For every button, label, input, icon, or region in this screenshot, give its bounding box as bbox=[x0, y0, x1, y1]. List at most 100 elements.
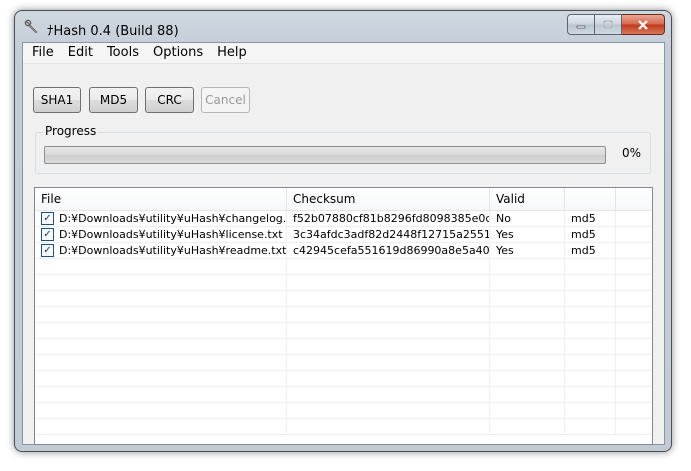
valid-cell: No bbox=[490, 211, 565, 226]
table-row[interactable]: ✓ D:¥Downloads¥utility¥uHash¥readme.txt c4… bbox=[35, 243, 652, 259]
row-checkbox[interactable]: ✓ bbox=[41, 244, 54, 257]
app-window: ﾅHash 0.4 (Build 88) File Edit Tools Opt… bbox=[14, 10, 672, 452]
crc-button[interactable]: CRC bbox=[145, 87, 194, 113]
empty-cell bbox=[35, 307, 287, 322]
empty-row bbox=[35, 307, 652, 323]
file-path: D:¥Downloads¥utility¥uHash¥license.txt bbox=[59, 228, 283, 241]
empty-cell bbox=[35, 291, 287, 306]
empty-cell bbox=[35, 387, 287, 402]
empty-cell bbox=[490, 355, 565, 370]
window-title: ﾅHash 0.4 (Build 88) bbox=[47, 24, 179, 39]
checksum-cell: 3c34afdc3adf82d2448f12715a255122 bbox=[287, 227, 490, 242]
row-checkbox[interactable]: ✓ bbox=[41, 228, 54, 241]
empty-cell bbox=[565, 291, 616, 306]
type-cell: md5 bbox=[565, 243, 616, 258]
table-row[interactable]: ✓ D:¥Downloads¥utility¥uHash¥changelog.tx… bbox=[35, 211, 652, 227]
column-header-checksum[interactable]: Checksum bbox=[287, 188, 490, 210]
empty-cell bbox=[616, 323, 652, 338]
maximize-button[interactable] bbox=[595, 14, 622, 35]
close-icon bbox=[638, 19, 648, 30]
empty-cell bbox=[565, 259, 616, 274]
menu-options[interactable]: Options bbox=[146, 43, 210, 63]
column-header-file[interactable]: File bbox=[35, 188, 287, 210]
title-bar[interactable]: ﾅHash 0.4 (Build 88) bbox=[15, 11, 671, 43]
empty-cell bbox=[287, 323, 490, 338]
empty-cell bbox=[287, 259, 490, 274]
empty-cell bbox=[565, 275, 616, 290]
empty-cell bbox=[287, 291, 490, 306]
row-checkbox[interactable]: ✓ bbox=[41, 212, 54, 225]
empty-cell bbox=[616, 419, 652, 434]
empty-cell bbox=[35, 339, 287, 354]
minimize-icon bbox=[576, 25, 586, 28]
minimize-button[interactable] bbox=[567, 14, 595, 35]
file-cell: ✓ D:¥Downloads¥utility¥uHash¥changelog.tx… bbox=[35, 211, 287, 226]
empty-cell bbox=[616, 307, 652, 322]
valid-cell: Yes bbox=[490, 243, 565, 258]
empty-cell bbox=[35, 403, 287, 418]
empty-cell bbox=[616, 291, 652, 306]
extra-cell bbox=[616, 243, 652, 258]
column-header-valid[interactable]: Valid bbox=[490, 188, 565, 210]
empty-cell bbox=[616, 339, 652, 354]
empty-row bbox=[35, 259, 652, 275]
table-row[interactable]: ✓ D:¥Downloads¥utility¥uHash¥license.txt 3… bbox=[35, 227, 652, 243]
empty-row bbox=[35, 419, 652, 435]
progress-label: Progress bbox=[43, 124, 99, 138]
empty-cell bbox=[490, 403, 565, 418]
file-list[interactable]: File Checksum Valid ✓ D:¥Downloads¥utilit… bbox=[34, 187, 653, 445]
empty-cell bbox=[287, 371, 490, 386]
checksum-cell: f52b07880cf81b8296fd8098385e0c4c bbox=[287, 211, 490, 226]
empty-cell bbox=[616, 403, 652, 418]
md5-button[interactable]: MD5 bbox=[89, 87, 138, 113]
empty-cell bbox=[490, 259, 565, 274]
empty-row bbox=[35, 403, 652, 419]
empty-cell bbox=[35, 259, 287, 274]
type-cell: md5 bbox=[565, 211, 616, 226]
empty-cell bbox=[565, 307, 616, 322]
column-header-type[interactable] bbox=[565, 188, 616, 210]
empty-cell bbox=[565, 323, 616, 338]
menu-edit[interactable]: Edit bbox=[61, 43, 100, 63]
empty-cell bbox=[490, 323, 565, 338]
empty-cell bbox=[616, 355, 652, 370]
list-rows: ✓ D:¥Downloads¥utility¥uHash¥changelog.tx… bbox=[35, 211, 652, 435]
client-area: File Edit Tools Options Help SHA1 MD5 CR… bbox=[22, 42, 665, 445]
empty-cell bbox=[35, 419, 287, 434]
sha1-button[interactable]: SHA1 bbox=[33, 87, 81, 113]
checksum-cell: c42945cefa551619d86990a8e5a40db7 bbox=[287, 243, 490, 258]
empty-cell bbox=[616, 275, 652, 290]
progress-group: Progress 0% bbox=[35, 124, 651, 174]
file-path: D:¥Downloads¥utility¥uHash¥readme.txt bbox=[59, 244, 287, 257]
empty-cell bbox=[287, 339, 490, 354]
empty-cell bbox=[490, 419, 565, 434]
close-button[interactable] bbox=[622, 14, 665, 35]
empty-cell bbox=[565, 419, 616, 434]
type-cell: md5 bbox=[565, 227, 616, 242]
empty-cell bbox=[35, 355, 287, 370]
empty-cell bbox=[287, 275, 490, 290]
empty-row bbox=[35, 339, 652, 355]
empty-cell bbox=[565, 339, 616, 354]
empty-cell bbox=[565, 403, 616, 418]
empty-row bbox=[35, 291, 652, 307]
caption-buttons bbox=[567, 14, 665, 35]
file-path: D:¥Downloads¥utility¥uHash¥changelog.txt bbox=[59, 212, 287, 225]
menu-help[interactable]: Help bbox=[210, 43, 254, 63]
empty-cell bbox=[616, 387, 652, 402]
file-cell: ✓ D:¥Downloads¥utility¥uHash¥readme.txt bbox=[35, 243, 287, 258]
extra-cell bbox=[616, 227, 652, 242]
file-cell: ✓ D:¥Downloads¥utility¥uHash¥license.txt bbox=[35, 227, 287, 242]
empty-cell bbox=[616, 371, 652, 386]
progress-bar bbox=[44, 146, 606, 164]
empty-cell bbox=[565, 355, 616, 370]
menu-file[interactable]: File bbox=[25, 43, 61, 63]
maximize-icon bbox=[603, 19, 613, 29]
empty-cell bbox=[565, 371, 616, 386]
empty-row bbox=[35, 323, 652, 339]
extra-cell bbox=[616, 211, 652, 226]
empty-cell bbox=[287, 307, 490, 322]
empty-cell bbox=[287, 419, 490, 434]
column-header-extra[interactable] bbox=[616, 188, 652, 210]
menu-tools[interactable]: Tools bbox=[100, 43, 146, 63]
